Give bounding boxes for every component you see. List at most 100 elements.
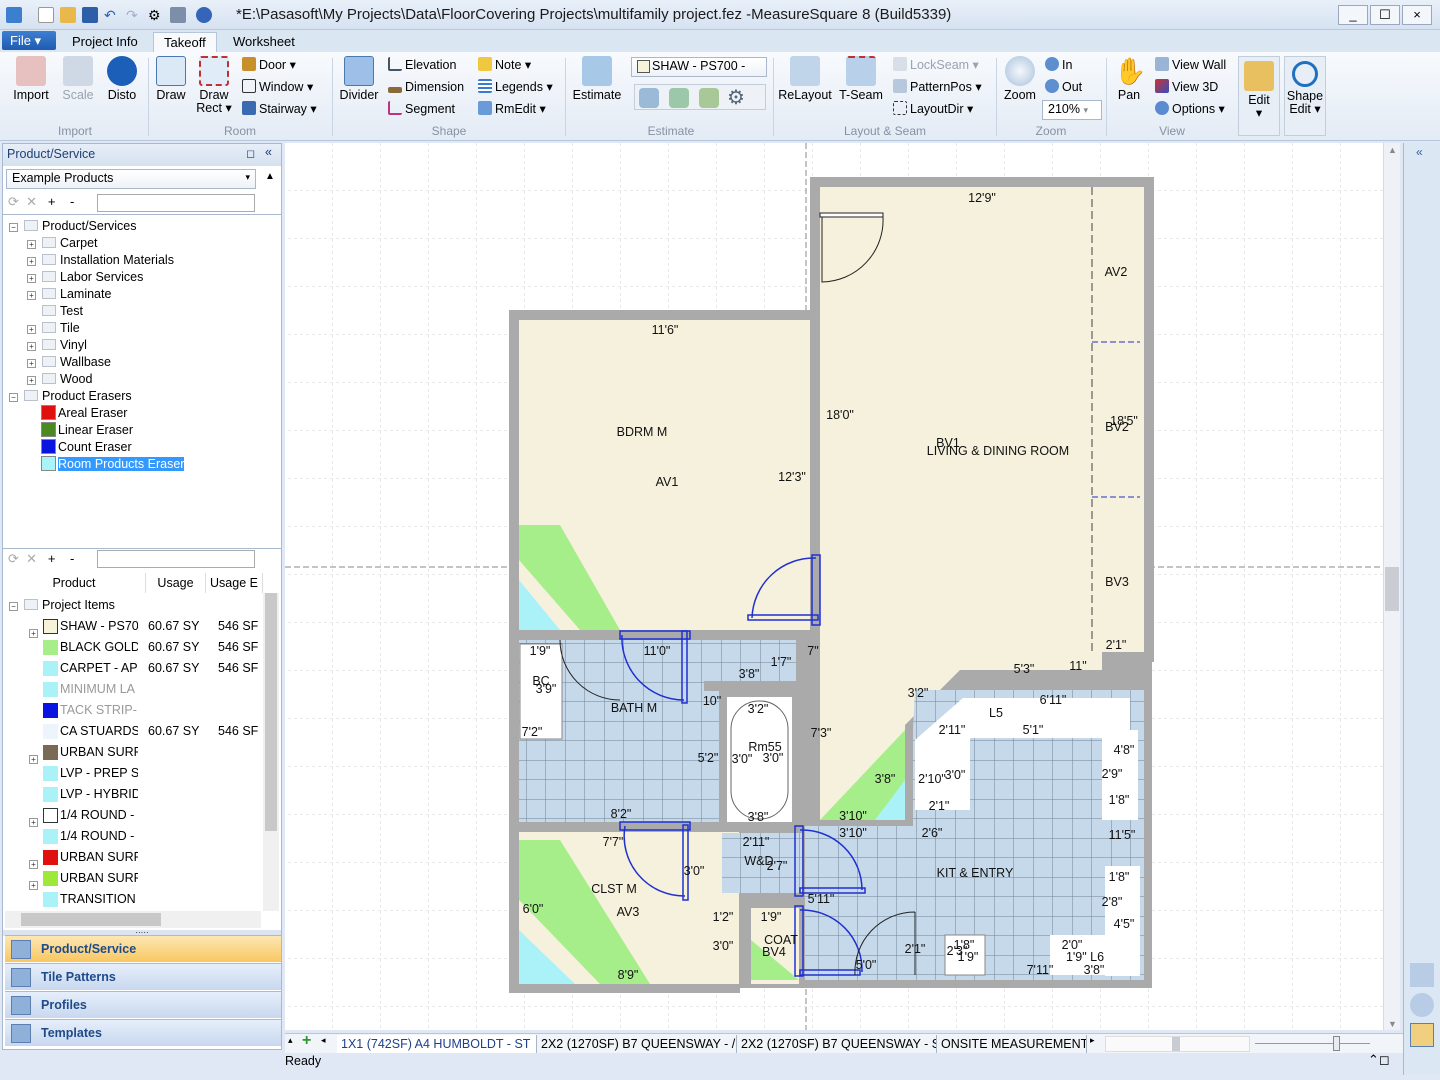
remove-icon[interactable]: -: [70, 551, 74, 566]
file-menu-button[interactable]: File ▾: [2, 31, 56, 50]
pan-button[interactable]: ✋ Pan: [1110, 52, 1148, 102]
refresh-icon[interactable]: ⟳: [8, 551, 19, 566]
window-button[interactable]: Window ▾: [242, 78, 313, 96]
remove-icon[interactable]: -: [70, 194, 74, 209]
tree-item[interactable]: Linear Eraser: [41, 422, 133, 439]
table-row[interactable]: +1/4 ROUND -: [3, 805, 263, 827]
collapse-icon[interactable]: −: [9, 602, 18, 611]
tab-takeoff[interactable]: Takeoff: [153, 32, 217, 52]
stairway-button[interactable]: Stairway ▾: [242, 100, 317, 118]
draw-rect-button[interactable]: Draw Rect ▾: [194, 52, 234, 115]
draw-button[interactable]: Draw: [152, 52, 190, 102]
disto-button[interactable]: Disto: [102, 52, 142, 102]
tree-item[interactable]: + Vinyl: [27, 337, 87, 354]
table-row[interactable]: TACK STRIP-: [3, 700, 263, 721]
close-button[interactable]: ×: [1402, 5, 1432, 25]
table-row[interactable]: TRANSITION: [3, 889, 263, 910]
shape-edit-button[interactable]: Shape Edit ▾: [1284, 56, 1326, 136]
table-row[interactable]: MINIMUM LA: [3, 679, 263, 700]
tree-item[interactable]: Test: [27, 303, 83, 320]
help-icon[interactable]: [196, 7, 212, 23]
expand-icon[interactable]: +: [27, 257, 36, 266]
segment-button[interactable]: Segment: [388, 100, 455, 118]
elevation-button[interactable]: Elevation: [388, 56, 456, 74]
estimate-tool-icon[interactable]: [699, 88, 719, 108]
expand-icon[interactable]: +: [27, 359, 36, 368]
table-row[interactable]: + SHAW - PS70 60.67 SY 546 SF: [3, 616, 263, 638]
table-row[interactable]: + URBAN SURF: [3, 847, 263, 869]
scrollbar-thumb[interactable]: [1385, 567, 1399, 611]
nav-tile-patterns[interactable]: Tile Patterns: [5, 963, 281, 990]
tab-next-icon[interactable]: ▸: [1090, 1035, 1095, 1046]
new-file-icon[interactable]: [38, 7, 54, 23]
gear-icon[interactable]: ⚙: [727, 85, 745, 110]
canvas-horizontal-scrollbar[interactable]: [1105, 1036, 1250, 1052]
tree-search-input[interactable]: [97, 194, 255, 212]
scroll-down-icon[interactable]: ▼: [1388, 1019, 1397, 1029]
floor-plan[interactable]: 12'9"AV211'6"BDRM M18'0"BV1LIVING & DINI…: [285, 143, 1383, 1030]
layout-tab-active[interactable]: 1X1 (742SF) A4 HUMBOLDT - ST: [337, 1035, 537, 1053]
import-button[interactable]: Import: [8, 52, 54, 102]
lockseam-button[interactable]: LockSeam ▾: [893, 56, 979, 74]
expand-icon[interactable]: «: [1416, 145, 1423, 159]
undo-icon[interactable]: ↶: [104, 7, 120, 23]
panel-toggle-icon[interactable]: ⌃◻: [1368, 1052, 1390, 1068]
layout-tab[interactable]: 2X2 (1270SF) B7 QUEENSWAY - S: [737, 1035, 937, 1053]
zoom-slider[interactable]: [1255, 1036, 1370, 1051]
view-wall-button[interactable]: View Wall: [1155, 56, 1226, 74]
redo-icon[interactable]: ↷: [126, 7, 142, 23]
zoom-level-select[interactable]: 210% ▾: [1042, 100, 1102, 120]
open-folder-icon[interactable]: [60, 7, 76, 23]
tree-item[interactable]: + Carpet: [27, 235, 98, 252]
layout-tab[interactable]: 2X2 (1270SF) B7 QUEENSWAY - /: [537, 1035, 737, 1053]
tab-worksheet[interactable]: Worksheet: [223, 32, 305, 52]
maximize-button[interactable]: ☐: [1370, 5, 1400, 25]
table-row[interactable]: CA STUARDS 60.67 SY 546 SF: [3, 721, 263, 742]
collapse-icon[interactable]: −: [9, 223, 18, 232]
delete-icon[interactable]: ✕: [26, 551, 37, 566]
tab-prev-icon[interactable]: ◂: [321, 1035, 326, 1046]
list-icon[interactable]: [1410, 963, 1434, 987]
collapse-icon[interactable]: «: [265, 145, 272, 159]
zoom-out-button[interactable]: Out: [1045, 78, 1082, 96]
dimension-button[interactable]: Dimension: [388, 78, 464, 96]
patternpos-button[interactable]: PatternPos ▾: [893, 78, 982, 96]
expand-icon[interactable]: +: [27, 342, 36, 351]
expand-icon[interactable]: +: [27, 240, 36, 249]
column-header-product[interactable]: Product: [3, 573, 146, 593]
divider-button[interactable]: Divider: [336, 52, 382, 102]
settings-icon[interactable]: ⚙: [148, 7, 164, 23]
clipboard-icon[interactable]: [1410, 1023, 1434, 1047]
scale-button[interactable]: Scale: [58, 52, 98, 102]
table-row[interactable]: CARPET - AP 60.67 SY 546 SF: [3, 658, 263, 679]
column-header-usage[interactable]: Usage: [146, 573, 206, 593]
expand-icon[interactable]: +: [27, 376, 36, 385]
scrollbar-thumb[interactable]: [21, 913, 161, 926]
scroll-up-icon[interactable]: ▲: [265, 171, 275, 182]
settings-icon[interactable]: [1410, 993, 1434, 1017]
expand-icon[interactable]: +: [27, 325, 36, 334]
tseam-button[interactable]: T-Seam: [836, 52, 886, 102]
database-icon[interactable]: [170, 7, 186, 23]
canvas-vertical-scrollbar[interactable]: ▲ ▼: [1383, 143, 1400, 1030]
zoom-in-button[interactable]: In: [1045, 56, 1072, 74]
note-button[interactable]: Note ▾: [478, 56, 531, 74]
refresh-icon[interactable]: ⟳: [8, 194, 19, 209]
view-3d-button[interactable]: View 3D: [1155, 78, 1218, 96]
add-icon[interactable]: +: [48, 551, 56, 566]
drawing-canvas[interactable]: 12'9" AV2 11'6" BDRM M 18'0" BV1 LIVING & DINI…: [285, 143, 1383, 1030]
table-row[interactable]: + URBAN SURF: [3, 742, 263, 764]
tree-item[interactable]: Count Eraser: [41, 439, 132, 456]
project-items-node[interactable]: − Project Items: [9, 595, 115, 616]
door-button[interactable]: Door ▾: [242, 56, 296, 74]
grid-vertical-scrollbar[interactable]: [263, 593, 279, 911]
tab-project-info[interactable]: Project Info: [62, 32, 148, 52]
table-row[interactable]: LVP - PREP S: [3, 763, 263, 784]
tree-item[interactable]: − Product/Services: [9, 218, 136, 235]
options-button[interactable]: Options ▾: [1155, 100, 1225, 118]
zoom-button[interactable]: Zoom: [1000, 52, 1040, 102]
expand-icon[interactable]: +: [27, 291, 36, 300]
tree-item[interactable]: + Laminate: [27, 286, 111, 303]
tree-item[interactable]: + Installation Materials: [27, 252, 174, 269]
add-icon[interactable]: +: [48, 194, 56, 209]
